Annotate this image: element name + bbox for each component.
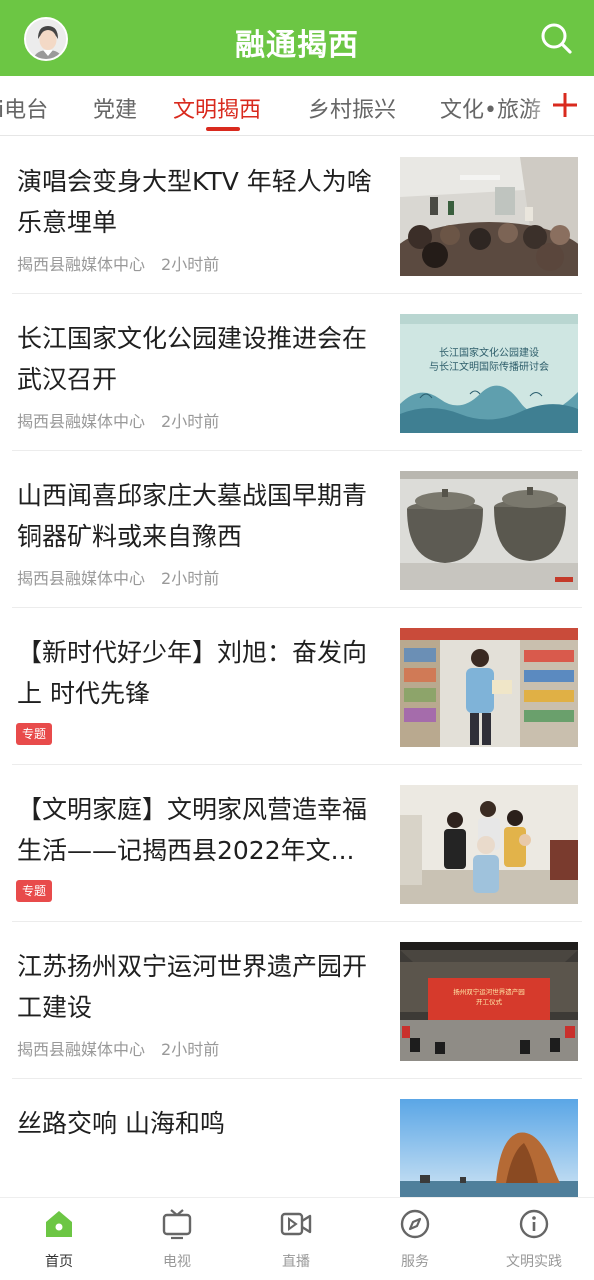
news-feed: 演唱会变身大型KTV 年轻人为啥乐意埋单 揭西县融媒体中心 2小时前 长江国家文… bbox=[0, 137, 594, 1197]
news-meta: 揭西县融媒体中心 2小时前 bbox=[17, 251, 219, 275]
banner-line-1: 扬州双宁运河世界遗产园 bbox=[453, 987, 525, 996]
news-item[interactable]: 山西闻喜邱家庄大墓战国早期青铜器矿料或来自豫西 揭西县融媒体中心 2小时前 bbox=[0, 451, 594, 608]
nav-label: 直播 bbox=[282, 1254, 310, 1270]
top-bar: 融通揭西 bbox=[0, 0, 594, 76]
news-time: 2小时前 bbox=[161, 569, 220, 588]
news-title[interactable]: 【文明家庭】文明家风营造幸福生活——记揭西县2022年文... bbox=[17, 789, 389, 871]
sea-rock-image bbox=[400, 1099, 578, 1197]
yangtze-banner-image: 长江国家文化公园建设 与长江文明国际传播研讨会 bbox=[400, 314, 578, 433]
news-source: 揭西县融媒体中心 bbox=[17, 412, 146, 431]
news-item[interactable]: 丝路交响 山海和鸣 bbox=[0, 1079, 594, 1197]
news-item[interactable]: 【文明家庭】文明家风营造幸福生活——记揭西县2022年文... 专题 bbox=[0, 765, 594, 922]
news-thumbnail[interactable] bbox=[400, 628, 578, 747]
home-icon bbox=[46, 1211, 72, 1237]
news-thumbnail[interactable] bbox=[400, 1099, 578, 1197]
bottom-nav: 首页 电视 直播 服务 文明实践 bbox=[0, 1197, 594, 1280]
bronze-vessels-image bbox=[400, 471, 578, 590]
news-source: 揭西县融媒体中心 bbox=[17, 1040, 146, 1059]
news-title[interactable]: 演唱会变身大型KTV 年轻人为啥乐意埋单 bbox=[17, 161, 389, 243]
family-photo-image bbox=[400, 785, 578, 904]
search-button[interactable] bbox=[538, 20, 574, 56]
nav-home[interactable]: 首页 bbox=[0, 1198, 118, 1280]
news-title[interactable]: 江苏扬州双宁运河世界遗产园开工建设 bbox=[17, 946, 389, 1028]
info-icon bbox=[519, 1209, 549, 1239]
news-item[interactable]: 江苏扬州双宁运河世界遗产园开工建设 揭西县融媒体中心 2小时前 扬州双宁运河世界遗… bbox=[0, 922, 594, 1079]
nav-label: 文明实践 bbox=[506, 1254, 562, 1270]
news-thumbnail[interactable]: 长江国家文化公园建设 与长江文明国际传播研讨会 bbox=[400, 314, 578, 433]
banner-line-1: 长江国家文化公园建设 bbox=[439, 346, 539, 359]
news-item[interactable]: 【新时代好少年】刘旭：奋发向上 时代先锋 专题 bbox=[0, 608, 594, 765]
nav-label: 首页 bbox=[45, 1254, 73, 1270]
add-channel-button[interactable] bbox=[550, 88, 580, 122]
tab-rural-revitalization[interactable]: 乡村振兴 bbox=[308, 92, 396, 124]
plus-icon bbox=[553, 93, 577, 117]
library-boy-image bbox=[400, 628, 578, 747]
news-meta: 揭西县融媒体中心 2小时前 bbox=[17, 1036, 219, 1060]
news-time: 2小时前 bbox=[161, 412, 220, 431]
news-title[interactable]: 长江国家文化公园建设推进会在武汉召开 bbox=[17, 318, 389, 400]
app-title: 融通揭西 bbox=[235, 28, 359, 63]
news-source: 揭西县融媒体中心 bbox=[17, 569, 146, 588]
compass-icon bbox=[400, 1209, 430, 1239]
news-thumbnail[interactable] bbox=[400, 157, 578, 276]
news-title[interactable]: 【新时代好少年】刘旭：奋发向上 时代先锋 bbox=[17, 632, 389, 714]
tab-civilization-jiexi[interactable]: 文明揭西 bbox=[173, 92, 261, 124]
news-source: 揭西县融媒体中心 bbox=[17, 255, 146, 274]
banner-line-2: 开工仪式 bbox=[476, 997, 503, 1006]
news-item[interactable]: 演唱会变身大型KTV 年轻人为啥乐意埋单 揭西县融媒体中心 2小时前 bbox=[0, 137, 594, 294]
topic-badge: 专题 bbox=[16, 723, 53, 745]
active-tab-indicator bbox=[206, 127, 240, 131]
nav-label: 电视 bbox=[163, 1254, 191, 1270]
news-title[interactable]: 山西闻喜邱家庄大墓战国早期青铜器矿料或来自豫西 bbox=[17, 475, 389, 557]
news-time: 2小时前 bbox=[161, 1040, 220, 1059]
nav-service[interactable]: 服务 bbox=[356, 1198, 474, 1280]
topic-badge: 专题 bbox=[16, 880, 53, 902]
news-meta: 揭西县融媒体中心 2小时前 bbox=[17, 408, 219, 432]
news-meta: 揭西县融媒体中心 2小时前 bbox=[17, 565, 219, 589]
news-thumbnail[interactable] bbox=[400, 471, 578, 590]
nav-tv[interactable]: 电视 bbox=[118, 1198, 236, 1280]
nav-civilization-practice[interactable]: 文明实践 bbox=[475, 1198, 593, 1280]
nav-live[interactable]: 直播 bbox=[237, 1198, 355, 1280]
live-video-icon bbox=[280, 1212, 312, 1236]
tab-party-building[interactable]: 党建 bbox=[93, 92, 137, 124]
channel-tabs: i电台 党建 文明揭西 乡村振兴 文化•旅游 bbox=[0, 76, 594, 136]
banner-line-2: 与长江文明国际传播研讨会 bbox=[429, 360, 549, 373]
nav-label: 服务 bbox=[401, 1254, 429, 1270]
news-item[interactable]: 长江国家文化公园建设推进会在武汉召开 揭西县融媒体中心 2小时前 长江国家文化公园… bbox=[0, 294, 594, 451]
tab-radio[interactable]: i电台 bbox=[0, 92, 48, 124]
tv-icon bbox=[162, 1209, 192, 1240]
news-time: 2小时前 bbox=[161, 255, 220, 274]
groundbreaking-ceremony-image: 扬州双宁运河世界遗产园 开工仪式 bbox=[400, 942, 578, 1061]
concert-crowd-image bbox=[400, 157, 578, 276]
news-title[interactable]: 丝路交响 山海和鸣 bbox=[17, 1103, 389, 1144]
news-thumbnail[interactable]: 扬州双宁运河世界遗产园 开工仪式 bbox=[400, 942, 578, 1061]
news-thumbnail[interactable] bbox=[400, 785, 578, 904]
search-icon bbox=[541, 23, 572, 54]
